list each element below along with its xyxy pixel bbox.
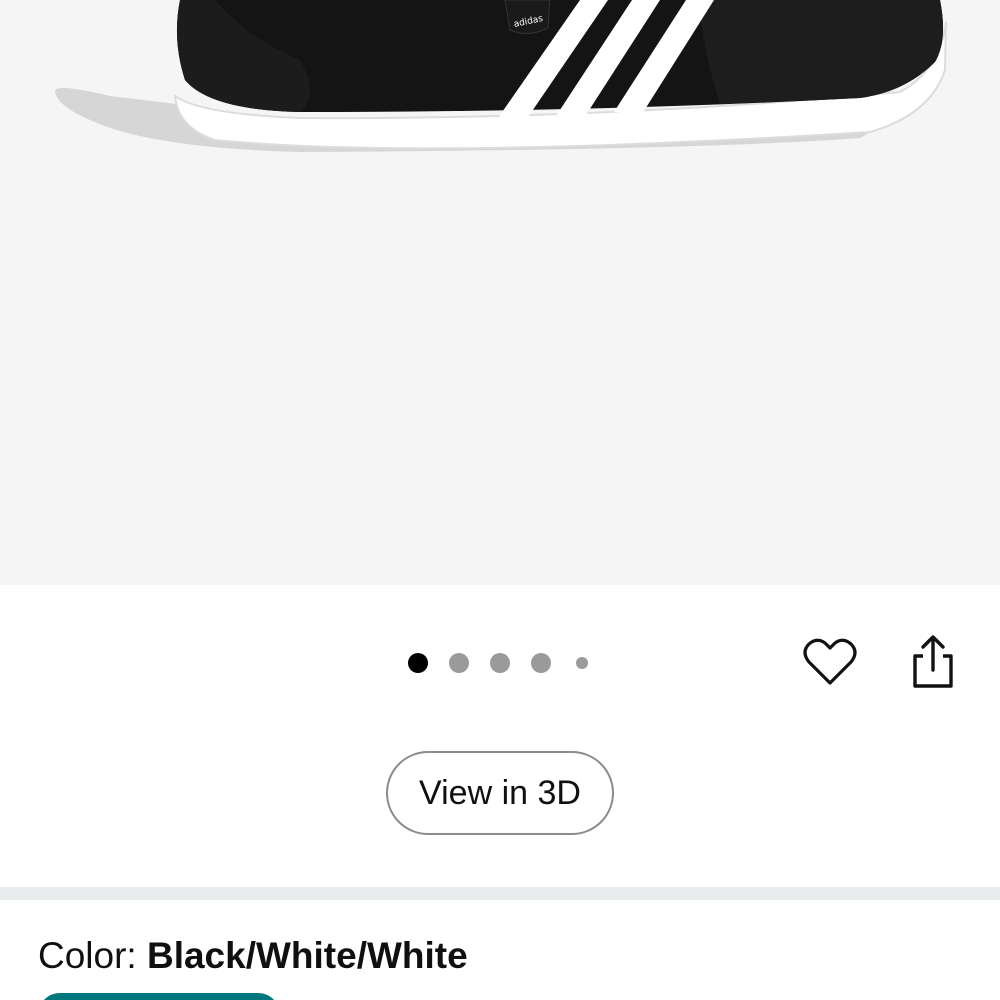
product-detail-page: adidas View in 3D Color: Black/White/Whi… bbox=[0, 0, 1000, 1000]
gallery-dot-5[interactable] bbox=[576, 657, 588, 669]
share-icon bbox=[913, 635, 953, 688]
heart-outline-icon bbox=[803, 638, 857, 685]
section-divider bbox=[0, 887, 1000, 900]
gallery-dot-2[interactable] bbox=[449, 653, 469, 673]
color-label: Color: bbox=[38, 935, 147, 976]
view-in-3d-label: View in 3D bbox=[419, 773, 581, 812]
gallery-dot-1[interactable] bbox=[408, 653, 428, 673]
color-value: Black/White/White bbox=[146, 935, 468, 976]
gallery-dot-4[interactable] bbox=[531, 653, 551, 673]
color-swatch-button[interactable] bbox=[38, 993, 280, 1000]
gallery-dot-3[interactable] bbox=[490, 653, 510, 673]
color-selection-label: Color: Black/White/White bbox=[38, 935, 468, 977]
view-in-3d-button[interactable]: View in 3D bbox=[386, 751, 614, 835]
share-button[interactable] bbox=[903, 632, 963, 692]
favorite-button[interactable] bbox=[800, 632, 860, 692]
product-image[interactable]: adidas bbox=[0, 0, 1000, 585]
shoe-illustration: adidas bbox=[55, 0, 947, 152]
